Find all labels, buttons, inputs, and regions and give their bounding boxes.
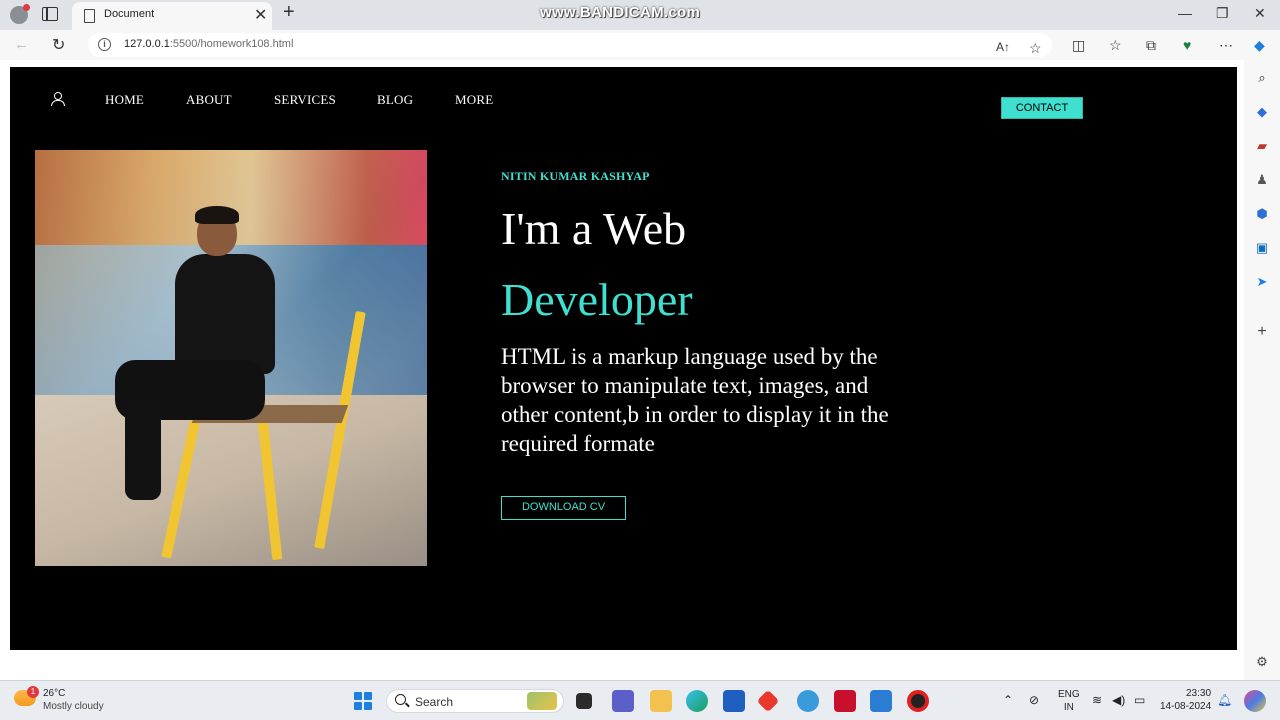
- language-indicator[interactable]: ENG IN: [1058, 688, 1080, 714]
- reload-icon[interactable]: ↻: [52, 35, 65, 55]
- taskbar: 1 26°C Mostly cloudy Search ⌃ ⊘ ENG IN ≋…: [0, 680, 1280, 720]
- app-red-icon[interactable]: [756, 689, 780, 713]
- back-arrow-icon[interactable]: ←: [14, 36, 29, 53]
- sidebar-shopping-icon[interactable]: ◆: [1254, 104, 1270, 120]
- close-window-button[interactable]: ✕: [1254, 5, 1266, 22]
- sidebar-tools-icon[interactable]: ▰: [1254, 138, 1270, 154]
- sidebar-add-icon[interactable]: +: [1254, 324, 1270, 340]
- battery-icon[interactable]: ▭: [1134, 693, 1145, 707]
- vscode-icon[interactable]: [870, 690, 892, 712]
- sidebar-drop-icon[interactable]: ➤: [1254, 274, 1270, 290]
- language-code: ENG: [1058, 689, 1080, 700]
- more-menu-icon[interactable]: ⋯: [1219, 37, 1233, 54]
- task-view-icon[interactable]: [576, 693, 592, 709]
- download-cv-button[interactable]: DOWNLOAD CV: [501, 496, 626, 520]
- hero-heading-accent: Developer: [501, 274, 693, 325]
- split-screen-icon[interactable]: ◫: [1072, 37, 1085, 54]
- sidebar-games-icon[interactable]: ♟: [1254, 172, 1270, 188]
- copilot-icon[interactable]: ◆: [1254, 37, 1265, 54]
- edge-sidebar: ⌕ ◆ ▰ ♟ ⬢ ▣ ➤ + ⚙: [1244, 60, 1280, 680]
- language-region: IN: [1063, 702, 1074, 713]
- clock-date[interactable]: 14-08-2024: [1160, 701, 1211, 712]
- nav-more[interactable]: MORE: [455, 92, 493, 108]
- nav-blog[interactable]: BLOG: [377, 92, 413, 108]
- volume-icon[interactable]: ◀): [1112, 693, 1125, 707]
- title-bar: Document ✕ + www.BANDICAM.com — ❐ ✕: [0, 0, 1280, 30]
- start-icon[interactable]: [354, 692, 372, 710]
- url-input[interactable]: i 127.0.0.1:5500/homework108.html A↑ ☆: [88, 33, 1052, 57]
- sidebar-office-icon[interactable]: ⬢: [1254, 206, 1270, 222]
- taskbar-search[interactable]: Search: [386, 689, 564, 713]
- url-text: 127.0.0.1:5500/homework108.html: [124, 38, 293, 50]
- search-label: Search: [415, 695, 454, 709]
- sidebar-search-icon[interactable]: ⌕: [1254, 70, 1270, 86]
- new-tab-icon[interactable]: +: [283, 1, 295, 24]
- notification-bell-icon[interactable]: 🔔︎: [1217, 693, 1232, 707]
- url-path: :5500/homework108.html: [169, 38, 294, 50]
- hero-heading: I'm a Web: [501, 203, 687, 254]
- nav-home[interactable]: HOME: [105, 92, 144, 108]
- nav-about[interactable]: ABOUT: [186, 92, 232, 108]
- teams-icon[interactable]: [612, 690, 634, 712]
- read-aloud-icon[interactable]: A↑: [996, 40, 1010, 54]
- nav-services[interactable]: SERVICES: [274, 92, 336, 108]
- weather-badge: 1: [27, 686, 39, 698]
- minimize-button[interactable]: —: [1178, 5, 1192, 21]
- weather-desc[interactable]: Mostly cloudy: [43, 701, 104, 712]
- sidebar-outlook-icon[interactable]: ▣: [1254, 240, 1270, 256]
- recording-watermark: www.BANDICAM.com: [540, 4, 701, 21]
- store-icon[interactable]: [723, 690, 745, 712]
- collections-icon[interactable]: ⧉: [1146, 37, 1156, 54]
- browser-tab-document[interactable]: Document ✕: [72, 2, 272, 30]
- edge-icon[interactable]: [686, 690, 708, 712]
- favorite-star-icon[interactable]: ☆: [1029, 40, 1042, 57]
- restore-button[interactable]: ❐: [1216, 5, 1229, 22]
- show-hidden-icons[interactable]: ⌃: [1003, 693, 1013, 707]
- favorites-icon[interactable]: ☆: [1109, 37, 1122, 54]
- search-icon: [395, 694, 406, 705]
- portfolio-page: HOME ABOUT SERVICES BLOG MORE CONTACT NI…: [10, 67, 1237, 650]
- network-off-icon[interactable]: ⊘: [1029, 693, 1039, 707]
- page-viewport: HOME ABOUT SERVICES BLOG MORE CONTACT NI…: [0, 60, 1244, 680]
- mcafee-icon[interactable]: [834, 690, 856, 712]
- tab-title: Document: [104, 8, 155, 20]
- tab-close-icon[interactable]: ✕: [254, 5, 267, 25]
- bandicam-icon[interactable]: [907, 690, 929, 712]
- url-host: 127.0.0.1: [124, 38, 170, 50]
- site-info-icon[interactable]: i: [98, 38, 111, 51]
- user-icon[interactable]: [51, 92, 65, 106]
- sidebar-settings-icon[interactable]: ⚙: [1254, 654, 1270, 670]
- copilot-taskbar-icon[interactable]: [1244, 690, 1266, 712]
- document-icon: [84, 9, 95, 23]
- app-blue-icon[interactable]: [797, 690, 819, 712]
- address-bar-row: ← ↻ i 127.0.0.1:5500/homework108.html A↑…: [0, 30, 1280, 60]
- weather-temp[interactable]: 26°C: [43, 688, 65, 699]
- tab-actions-icon[interactable]: [42, 7, 58, 21]
- profile-avatar-icon[interactable]: [10, 4, 30, 24]
- profile-photo: [35, 150, 427, 566]
- contact-button[interactable]: CONTACT: [1001, 97, 1083, 119]
- hero-description: HTML is a markup language used by the br…: [501, 344, 889, 456]
- author-name: NITIN KUMAR KASHYAP: [501, 169, 650, 183]
- wifi-icon[interactable]: ≋: [1092, 693, 1102, 707]
- search-highlight-icon: [527, 692, 557, 710]
- file-explorer-icon[interactable]: [650, 690, 672, 712]
- clock-time[interactable]: 23:30: [1186, 688, 1211, 699]
- browser-essentials-icon[interactable]: ♥: [1183, 37, 1191, 53]
